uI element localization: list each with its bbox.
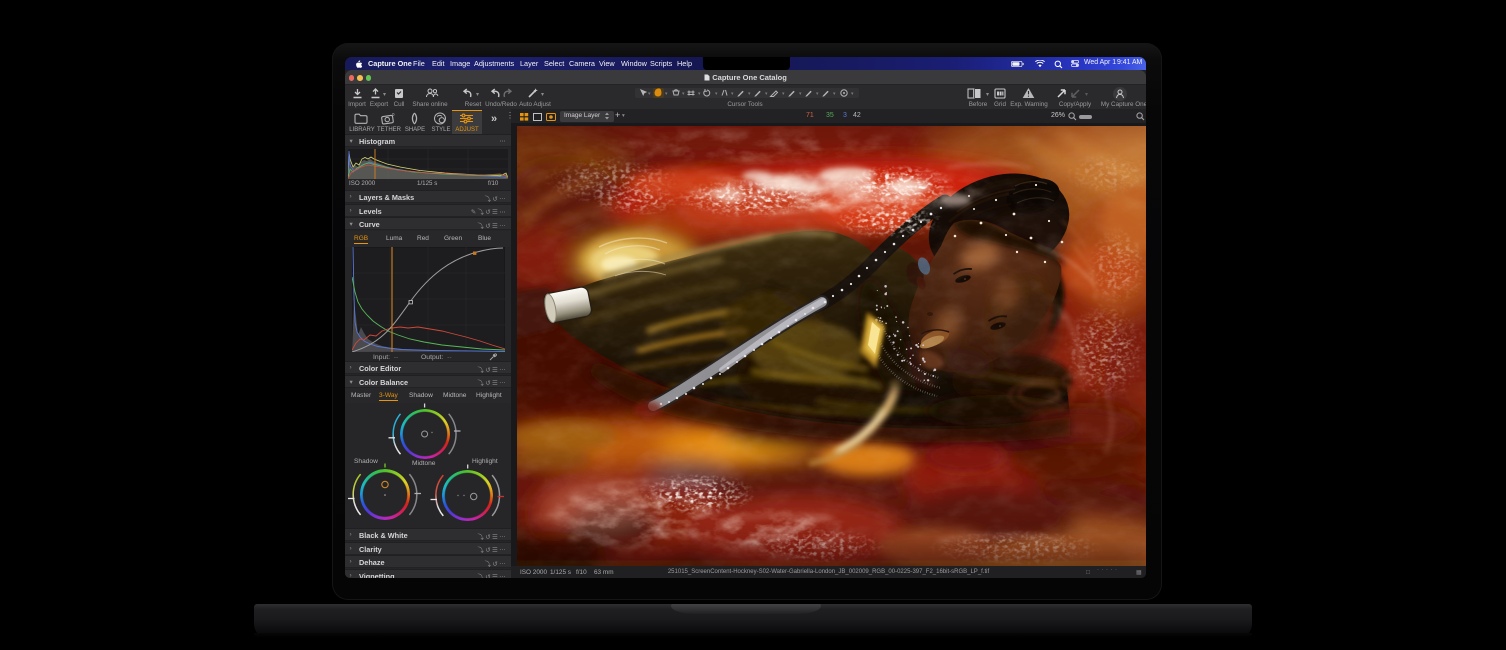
svg-text:▾: ▾ xyxy=(715,91,718,97)
svg-text:▾: ▾ xyxy=(698,91,701,97)
svg-text:▾: ▾ xyxy=(816,91,819,97)
svg-text:▾: ▾ xyxy=(682,91,685,97)
svg-text:0: 0 xyxy=(392,112,395,117)
svg-text:▾: ▾ xyxy=(648,91,651,97)
svg-text:▾: ▾ xyxy=(782,91,785,97)
svg-text:▾: ▾ xyxy=(748,91,751,97)
svg-text:▾: ▾ xyxy=(851,91,854,97)
svg-text:▾: ▾ xyxy=(665,91,668,97)
svg-text:▾: ▾ xyxy=(765,91,768,97)
svg-text:▾: ▾ xyxy=(833,91,836,97)
svg-text:▾: ▾ xyxy=(731,91,734,97)
svg-text:▾: ▾ xyxy=(799,91,802,97)
